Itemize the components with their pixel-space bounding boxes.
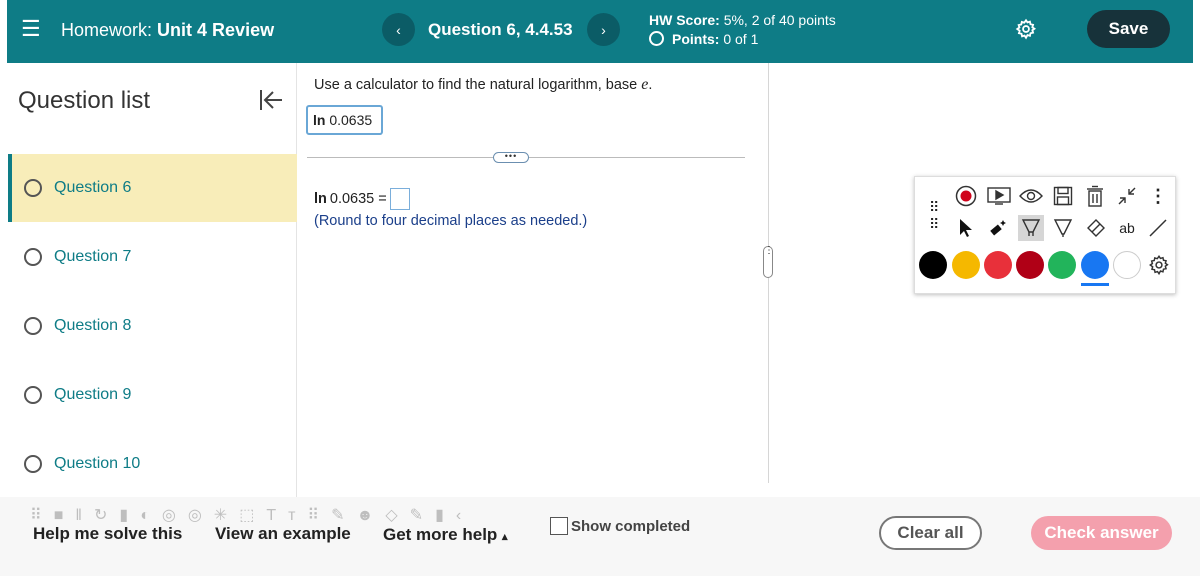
unanswered-circle-icon [24,179,42,197]
unanswered-circle-icon [24,386,42,404]
color-swatch-white[interactable] [1113,251,1141,279]
video-icon[interactable] [986,183,1012,209]
color-swatch-green[interactable] [1048,251,1076,279]
ln-label: ln [313,112,326,128]
hw-score-block: HW Score: 5%, 2 of 40 points Points: 0 o… [649,11,836,49]
panel-resize-handle[interactable]: ⋮ [763,246,774,278]
homework-name: Unit 4 Review [157,20,275,40]
header-bar: ☰ Homework: Unit 4 Review ‹ Question 6, … [7,0,1193,63]
instruction-period: . [648,77,653,93]
save-button[interactable]: Save [1087,10,1170,48]
hw-score-label: HW Score: [649,12,720,28]
collapse-arrows-icon[interactable] [1114,183,1140,209]
sidebar-item-label: Question 7 [54,248,132,265]
color-swatch-yellow[interactable] [952,251,980,279]
more-vertical-icon[interactable]: ⋮ [1145,183,1171,209]
highlighter-icon[interactable] [1018,215,1044,241]
sidebar-item-question-9[interactable]: Question 9 [8,361,297,429]
question-instruction: Use a calculator to find the natural log… [314,76,652,94]
sidebar-item-label: Question 10 [54,455,141,472]
sidebar-item-question-10[interactable]: Question 10 [8,430,297,498]
drag-grip-icon[interactable]: ⠿ ⠿ [929,199,939,233]
color-swatch-black[interactable] [919,251,947,279]
given-expression: ln 0.0635 [306,105,383,135]
instruction-text: Use a calculator to find the natural log… [314,77,638,93]
caret-up-icon: ▴ [502,531,508,543]
question-panel: Use a calculator to find the natural log… [297,63,769,483]
show-completed-label: Show completed [571,517,691,535]
drawing-toolbar: ⠿ ⠿ ⋮ ab [914,176,1176,294]
points-label: Points: [672,31,720,47]
record-icon[interactable] [953,183,979,209]
trash-icon[interactable] [1082,183,1108,209]
sidebar-item-label: Question 8 [54,317,132,334]
homework-title: Homework: Unit 4 Review [61,20,274,41]
question-title: Question 6, 4.4.53 [428,20,573,39]
homework-prefix: Homework: [61,20,153,40]
previous-question-button[interactable]: ‹ [382,13,415,46]
view-example-button[interactable]: View an example [215,524,351,544]
hw-score-value: 5%, 2 of 40 points [723,12,836,28]
text-icon[interactable]: ab [1114,215,1140,241]
laser-pointer-icon[interactable] [986,215,1012,241]
answer-prefix: 0.0635 = [329,191,387,207]
expression-value: 0.0635 [329,112,373,128]
toolbar-settings-gear-icon[interactable] [1146,252,1172,278]
answer-line: ln 0.0635 = [314,188,410,210]
hamburger-icon[interactable]: ☰ [21,18,41,40]
color-swatch-blue[interactable] [1081,251,1109,279]
gear-icon[interactable] [1015,18,1037,45]
get-more-help-label: Get more help [383,525,498,544]
rounding-note: (Round to four decimal places as needed.… [314,213,588,229]
get-more-help-button[interactable]: Get more help ▴ [383,525,508,545]
color-swatch-dark-red[interactable] [1016,251,1044,279]
sidebar-item-question-8[interactable]: Question 8 [8,292,297,360]
show-completed-toggle[interactable]: Show completed [550,517,690,535]
answer-input[interactable] [389,188,410,210]
pen-icon[interactable] [1050,215,1076,241]
points-circle-icon [649,31,664,46]
line-icon[interactable] [1145,215,1171,241]
eye-icon[interactable] [1018,183,1044,209]
save-disk-icon[interactable] [1050,183,1076,209]
show-completed-checkbox[interactable] [550,517,568,535]
app-window: ☰ Homework: Unit 4 Review ‹ Question 6, … [0,0,1200,576]
unanswered-circle-icon [24,317,42,335]
next-question-button[interactable]: › [587,13,620,46]
sidebar-item-question-6[interactable]: Question 6 [8,154,297,222]
sidebar-item-label: Question 9 [54,386,132,403]
help-me-solve-button[interactable]: Help me solve this [33,524,182,544]
collapse-left-icon[interactable] [258,88,284,117]
pointer-icon[interactable] [953,215,979,241]
clear-all-button[interactable]: Clear all [879,516,982,550]
unanswered-circle-icon [24,248,42,266]
color-swatch-red[interactable] [984,251,1012,279]
points-value: 0 of 1 [723,31,759,47]
selected-color-indicator [1081,283,1109,286]
unanswered-circle-icon [24,455,42,473]
answer-ln-label: ln [314,191,327,207]
sidebar-item-question-7[interactable]: Question 7 [8,223,297,291]
question-list-title: Question list [18,87,151,114]
check-answer-button[interactable]: Check answer [1031,516,1172,550]
sidebar-item-label: Question 6 [54,179,132,196]
question-list-sidebar: Question list Question 6 Question 7 Ques… [0,63,297,503]
expand-handle[interactable]: ••• [493,152,529,163]
eraser-icon[interactable] [1082,215,1108,241]
